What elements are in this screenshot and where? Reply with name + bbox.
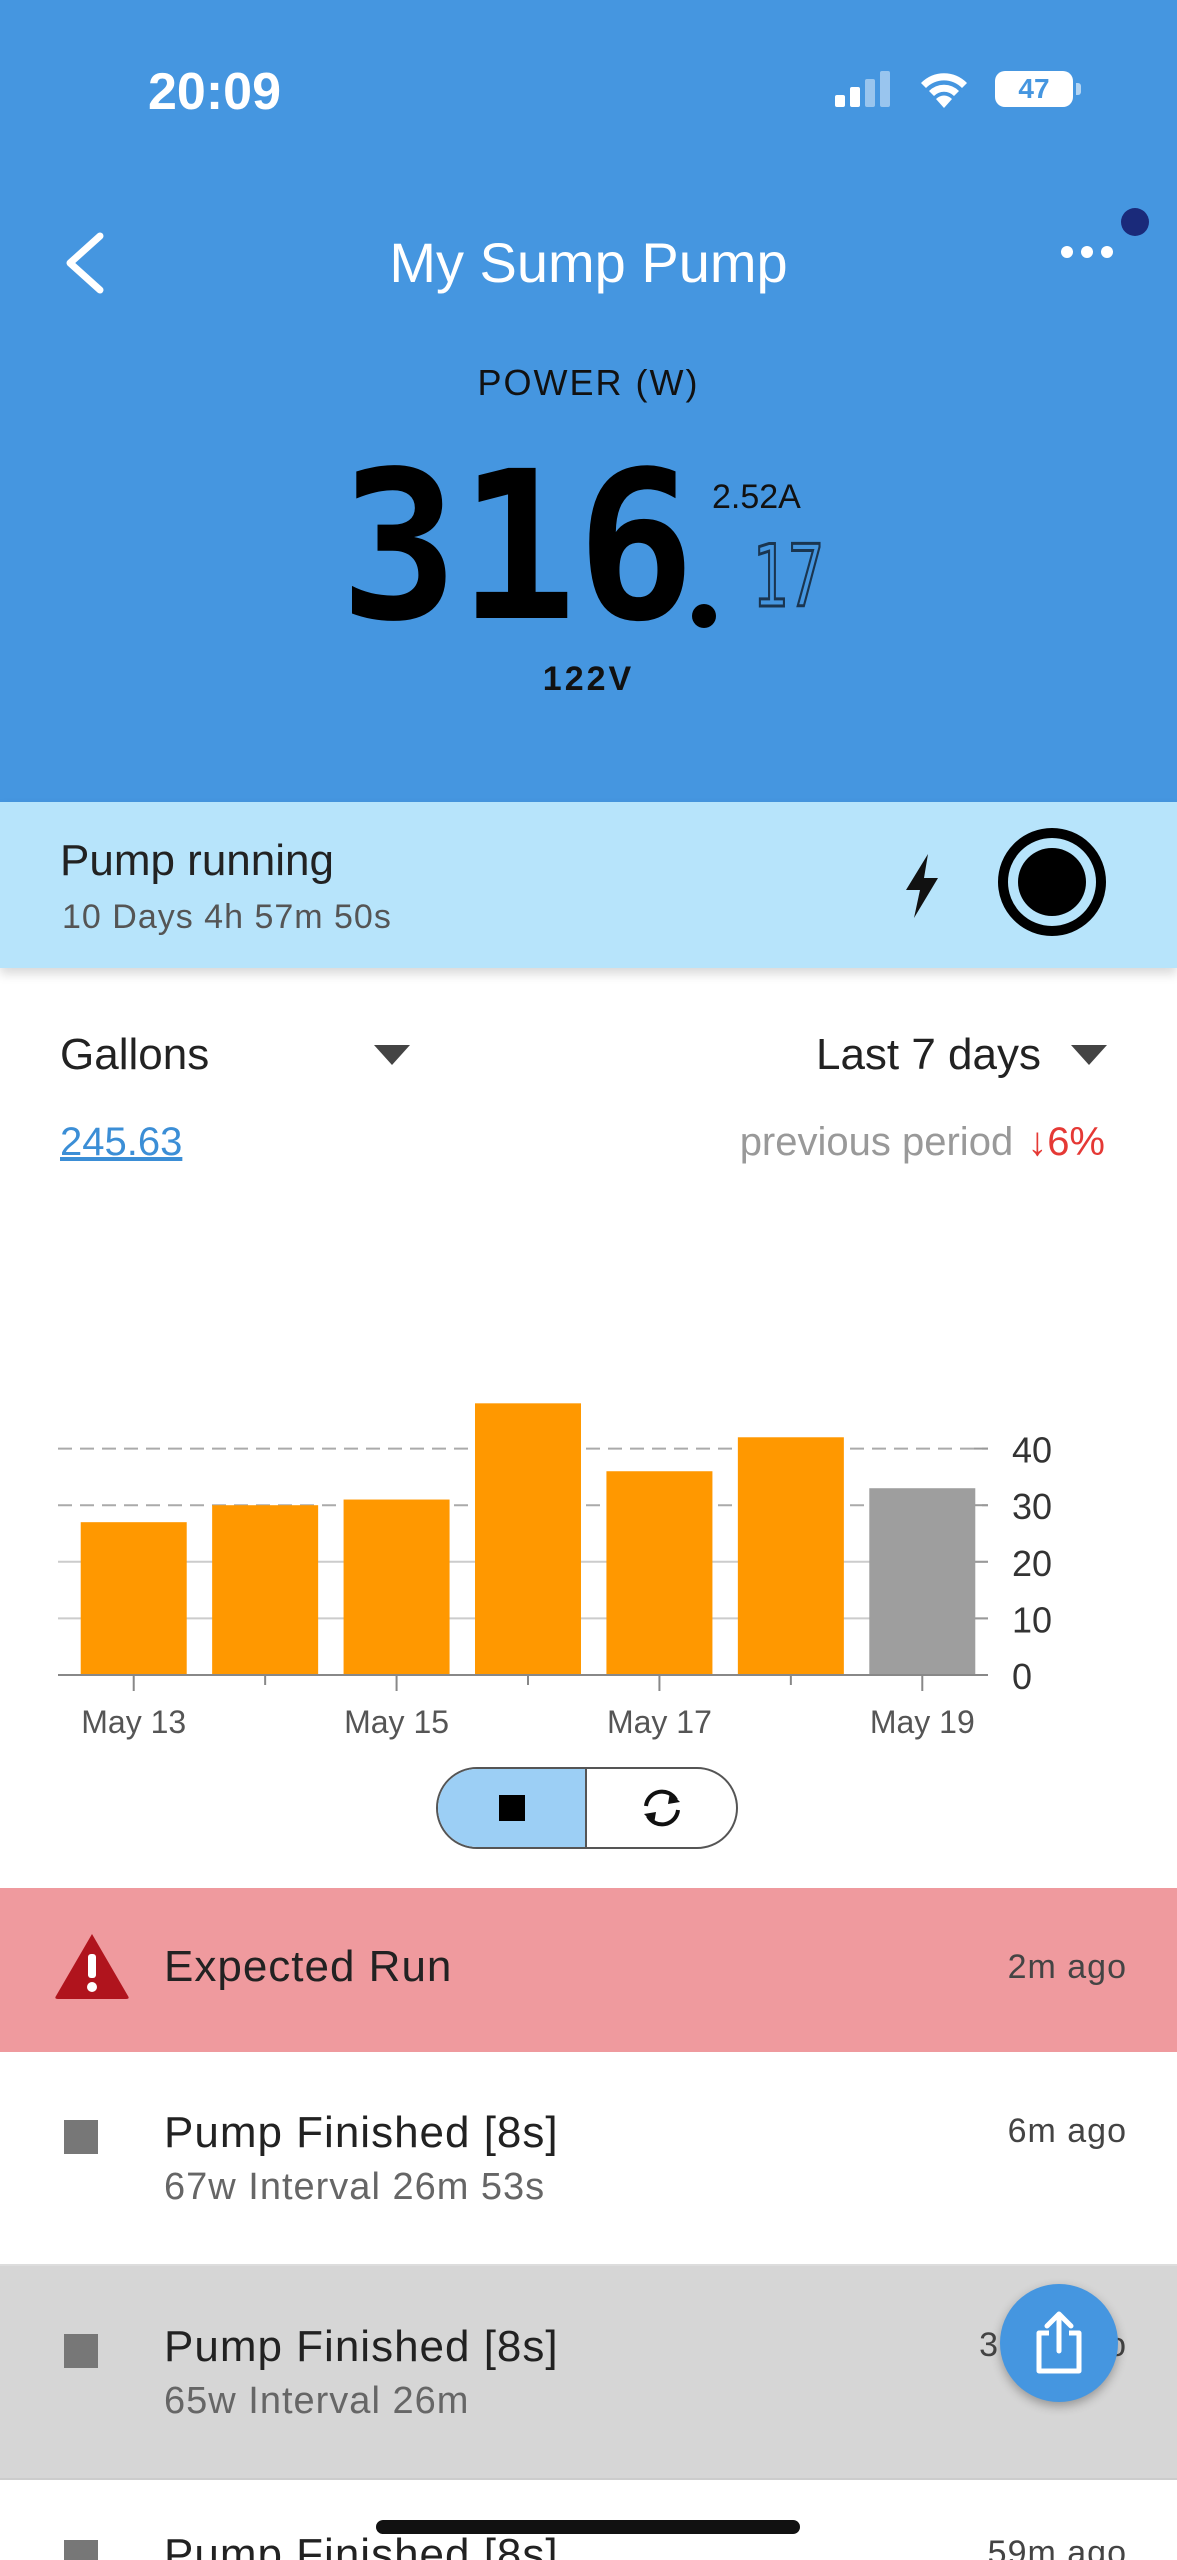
gallons-bar-chart: 0 10 20 30 40 May 13 May 15 May 17 May 19 bbox=[58, 1403, 1052, 1740]
x-tick-label: May 13 bbox=[81, 1704, 186, 1740]
event-row[interactable]: Pump Finished [8s] 67w Interval 26m 53s … bbox=[0, 2052, 1177, 2266]
previous-period-label: previous period bbox=[739, 1120, 1014, 1164]
more-dot-icon bbox=[1101, 246, 1113, 258]
home-indicator bbox=[376, 2520, 800, 2534]
bar bbox=[343, 1499, 450, 1675]
event-alert-row[interactable]: Expected Run 2m ago bbox=[0, 1888, 1177, 2052]
power-value: 316 bbox=[340, 440, 716, 640]
period-total-link[interactable]: 245.63 bbox=[60, 1120, 182, 1165]
power-decimal-text: 17 bbox=[752, 530, 824, 614]
header: 20:09 47 My Sump Pump POWER (W) 316 2.52… bbox=[0, 0, 1177, 802]
y-tick-label: 40 bbox=[1012, 1430, 1052, 1471]
more-dot-icon bbox=[1061, 246, 1073, 258]
bar bbox=[475, 1403, 581, 1675]
caret-down-icon bbox=[374, 1045, 410, 1065]
power-value-text: 316 bbox=[340, 440, 695, 640]
x-tick-label: May 17 bbox=[607, 1704, 712, 1740]
cellular-signal-icon bbox=[835, 71, 890, 107]
event-title: Pump Finished [8s] bbox=[164, 2322, 559, 2371]
bar bbox=[606, 1471, 713, 1675]
power-decimal: 17 bbox=[752, 530, 826, 614]
share-icon bbox=[1036, 2311, 1082, 2374]
bar bbox=[80, 1522, 187, 1675]
current-amps: 2.52A bbox=[712, 478, 801, 516]
share-button[interactable] bbox=[1000, 2284, 1118, 2402]
x-tick-label: May 15 bbox=[344, 1704, 449, 1740]
stop-icon bbox=[498, 1795, 525, 1821]
battery-icon: 47 bbox=[995, 71, 1081, 107]
refresh-mode-button[interactable] bbox=[587, 1769, 736, 1847]
page-title: My Sump Pump bbox=[389, 231, 788, 294]
chart-mode-toggle bbox=[436, 1767, 738, 1849]
more-dot-icon bbox=[1081, 246, 1093, 258]
event-time: 6m ago bbox=[1007, 2112, 1127, 2150]
power-label: POWER (W) bbox=[477, 362, 700, 403]
range-dropdown[interactable]: Last 7 days bbox=[816, 1020, 1107, 1090]
previous-period-change: ↓6% bbox=[1027, 1120, 1105, 1164]
voltage: 122V bbox=[542, 660, 635, 698]
unit-dropdown-label: Gallons bbox=[60, 1030, 210, 1079]
event-subtitle: 67w Interval 26m 53s bbox=[164, 2166, 546, 2208]
bar bbox=[869, 1488, 976, 1675]
more-options-button[interactable] bbox=[1061, 232, 1125, 272]
event-title: Expected Run bbox=[164, 1942, 453, 1991]
y-tick-label: 0 bbox=[1012, 1656, 1032, 1697]
event-title: Pump Finished [8s] bbox=[164, 2108, 559, 2157]
refresh-icon bbox=[643, 1789, 680, 1827]
bar bbox=[737, 1437, 844, 1675]
previous-period-comparison: previous period ↓6% bbox=[740, 1120, 1105, 1165]
stop-square-icon bbox=[64, 2334, 98, 2368]
unit-dropdown[interactable]: Gallons bbox=[60, 1020, 410, 1090]
status-icons: 47 bbox=[835, 70, 1081, 108]
event-time: 2m ago bbox=[1007, 1948, 1127, 1986]
pump-run-duration: 10 Days 4h 57m 50s bbox=[62, 898, 392, 936]
notification-dot bbox=[1121, 208, 1149, 236]
lightning-bolt-icon bbox=[906, 854, 938, 918]
record-button[interactable] bbox=[998, 828, 1106, 936]
stop-square-icon bbox=[64, 2120, 98, 2154]
y-tick-label: 10 bbox=[1012, 1599, 1052, 1640]
y-tick-label: 30 bbox=[1012, 1486, 1052, 1527]
stop-square-icon bbox=[64, 2540, 98, 2560]
event-subtitle: 65w Interval 26m bbox=[164, 2380, 470, 2422]
x-tick-label: May 19 bbox=[870, 1704, 975, 1740]
bar bbox=[212, 1505, 319, 1675]
event-row[interactable]: Pump Finished [8s] 65w Interval 26m 3 o bbox=[0, 2266, 1177, 2480]
pump-status-title: Pump running bbox=[60, 836, 334, 885]
warning-icon bbox=[55, 1934, 129, 1999]
event-time: 59m ago bbox=[987, 2534, 1127, 2560]
caret-down-icon bbox=[1071, 1045, 1107, 1065]
wifi-icon bbox=[921, 73, 967, 108]
event-time: 3 bbox=[979, 2326, 999, 2364]
y-tick-label: 20 bbox=[1012, 1543, 1052, 1584]
range-dropdown-label: Last 7 days bbox=[815, 1030, 1041, 1079]
record-icon bbox=[1018, 848, 1086, 916]
stop-mode-button[interactable] bbox=[438, 1769, 587, 1847]
status-time: 20:09 bbox=[148, 63, 281, 121]
event-title: Pump Finished [8s] bbox=[164, 2530, 559, 2560]
